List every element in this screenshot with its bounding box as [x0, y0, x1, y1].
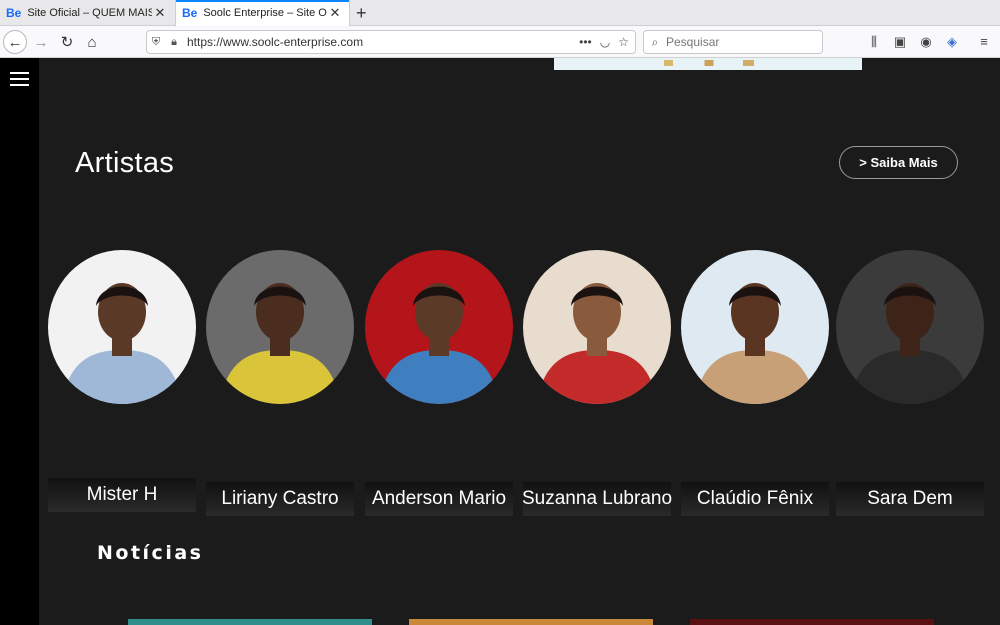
- artist-name[interactable]: Mister H: [48, 478, 196, 512]
- search-input[interactable]: ⌕ Pesquisar: [643, 30, 823, 54]
- artist-name[interactable]: Anderson Mario: [365, 482, 513, 516]
- artist-name[interactable]: Liriany Castro: [206, 482, 354, 516]
- artist-name[interactable]: Claúdio Fênix: [681, 482, 829, 516]
- navigation-bar: ← → ↻ ⌂ ⛨ 🔒︎ https://www.soolc-enterpris…: [0, 26, 1000, 58]
- behance-favicon-icon: Be: [182, 6, 198, 20]
- web-page: Artistas > Saiba Mais Mister H Liriany Ca…: [0, 58, 1000, 625]
- account-icon[interactable]: ◉: [918, 34, 934, 50]
- close-tab-icon[interactable]: ✕: [152, 5, 168, 21]
- news-thumbnail[interactable]: [128, 619, 372, 625]
- artist-photo[interactable]: [365, 250, 513, 404]
- home-icon[interactable]: ⌂: [80, 30, 104, 54]
- side-menu-strip: [0, 58, 39, 625]
- artist-photo[interactable]: [523, 250, 671, 404]
- hamburger-menu-icon[interactable]: ≡: [976, 34, 992, 50]
- back-arrow-icon[interactable]: ←: [3, 30, 27, 54]
- close-tab-icon[interactable]: ✕: [327, 5, 343, 21]
- tab-bar: Be Site Oficial – QUEM MAIS!? ✕ Be Soolc…: [0, 0, 1000, 26]
- artist-name[interactable]: Sara Dem: [836, 482, 984, 516]
- tab-title: Site Oficial – QUEM MAIS!?: [27, 7, 152, 19]
- artist-photo[interactable]: [206, 250, 354, 404]
- artist-photo[interactable]: [48, 250, 196, 404]
- shield-icon[interactable]: ⛨: [147, 36, 165, 49]
- banner-image-bottom: [554, 58, 862, 70]
- more-dots-icon[interactable]: •••: [579, 35, 592, 49]
- hamburger-icon[interactable]: [10, 72, 29, 90]
- library-icon[interactable]: ⫼: [866, 34, 882, 50]
- star-icon[interactable]: ☆: [618, 35, 629, 49]
- extension-icon[interactable]: ◈: [944, 34, 960, 50]
- saiba-mais-button[interactable]: > Saiba Mais: [839, 146, 958, 179]
- search-icon: ⌕: [651, 34, 659, 49]
- reload-icon[interactable]: ↻: [55, 30, 79, 54]
- artist-name[interactable]: Suzanna Lubrano: [522, 482, 672, 516]
- address-bar[interactable]: ⛨ 🔒︎ https://www.soolc-enterprise.com ••…: [146, 30, 636, 54]
- artists-section-title: Artistas: [75, 147, 175, 179]
- news-section-title: Notícias: [97, 542, 204, 564]
- news-thumbnail[interactable]: [690, 619, 934, 625]
- behance-favicon-icon: Be: [6, 6, 22, 20]
- sidebar-icon[interactable]: ▣: [892, 34, 908, 50]
- tab-site-oficial[interactable]: Be Site Oficial – QUEM MAIS!? ✕: [0, 0, 174, 26]
- url-text[interactable]: https://www.soolc-enterprise.com: [183, 35, 579, 49]
- search-placeholder: Pesquisar: [666, 35, 720, 49]
- pocket-icon[interactable]: ◡: [600, 35, 610, 49]
- artist-photo[interactable]: [836, 250, 984, 404]
- tab-soolc-enterprise[interactable]: Be Soolc Enterprise – Site Oficial ✕: [175, 0, 350, 26]
- artist-photo[interactable]: [681, 250, 829, 404]
- news-thumbnail[interactable]: [409, 619, 653, 625]
- tab-title: Soolc Enterprise – Site Oficial: [203, 7, 327, 19]
- forward-arrow-icon[interactable]: →: [29, 30, 53, 54]
- lock-icon[interactable]: 🔒︎: [165, 36, 183, 49]
- new-tab-icon[interactable]: +: [356, 3, 367, 23]
